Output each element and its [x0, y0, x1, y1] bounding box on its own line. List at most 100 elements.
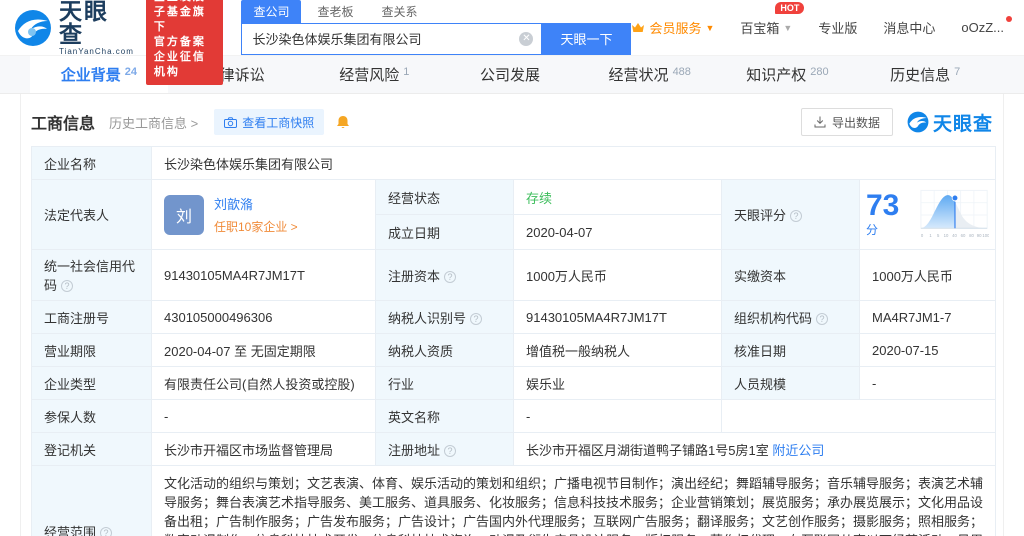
industry-value: 娱乐业: [513, 366, 722, 400]
svg-text:10: 10: [944, 232, 949, 237]
legal-rep-name-link[interactable]: 刘歆潃: [214, 194, 298, 213]
help-icon[interactable]: ?: [790, 210, 803, 222]
help-icon[interactable]: ?: [100, 526, 113, 536]
watermark-logo-icon: [907, 111, 929, 133]
company-name-label: 企业名称: [31, 146, 152, 180]
english-name-label: 英文名称: [375, 399, 514, 433]
table-row: 经营范围? 文化活动的组织与策划；文艺表演、体育、娱乐活动的策划和组织；广播电视…: [31, 465, 997, 536]
clear-search-icon[interactable]: ✕: [519, 31, 534, 46]
svg-text:0: 0: [921, 232, 924, 237]
address-value: 长沙市开福区月湖街道鸭子铺路1号5房1室: [526, 442, 769, 458]
notification-dot: [1006, 16, 1012, 22]
search-tabs: 查公司 查老板 查关系: [241, 0, 631, 23]
logo-text: 天眼查: [58, 0, 109, 47]
search-input[interactable]: [241, 22, 542, 55]
staff-size-value: -: [858, 366, 997, 400]
svg-text:40: 40: [952, 232, 957, 237]
search-area: 查公司 查老板 查关系 ✕ 天眼一下: [241, 0, 632, 55]
menu-toolbox[interactable]: HOT 百宝箱 ▼: [740, 2, 805, 37]
menu-username[interactable]: oOzZ...: [961, 16, 1012, 35]
svg-text:80: 80: [969, 232, 974, 237]
help-icon[interactable]: ?: [470, 312, 483, 325]
menu-message-center[interactable]: 消息中心: [883, 18, 935, 37]
svg-text:5: 5: [937, 232, 940, 237]
empty-cell: [720, 399, 997, 433]
search-button[interactable]: 天眼一下: [541, 22, 632, 55]
status-value: 存续: [526, 190, 553, 206]
approval-date-label: 核准日期: [721, 333, 860, 367]
insured-label: 参保人数: [31, 399, 152, 433]
business-info-card: 工商信息 历史工商信息 > 查看工商快照 导出数据 天眼查 企业名称 长沙染色体…: [20, 94, 1004, 536]
nearby-companies-link[interactable]: 附近公司: [772, 443, 824, 458]
svg-text:1: 1: [929, 232, 932, 237]
term-label: 营业期限: [31, 333, 152, 367]
taxpayer-id-value: 91430105MA4R7JM17T: [513, 300, 722, 334]
help-icon[interactable]: ?: [444, 270, 457, 283]
tab-history-info[interactable]: 历史信息 7: [856, 56, 994, 93]
camera-icon: [224, 116, 238, 128]
org-code-value: MA4R7JM1-7: [858, 300, 997, 334]
tab-intellectual-property[interactable]: 知识产权 280: [719, 56, 857, 93]
header-menu: 会员服务 ▼ HOT 百宝箱 ▼ 专业版 消息中心 oOzZ...: [631, 2, 1012, 37]
tab-company-development[interactable]: 公司发展: [443, 56, 581, 93]
approval-date-value: 2020-07-15: [858, 333, 997, 367]
search-tab-company[interactable]: 查公司: [241, 0, 302, 23]
help-icon[interactable]: ?: [816, 312, 829, 325]
table-row: 工商注册号 430105000496306 纳税人识别号? 91430105MA…: [31, 300, 997, 334]
paid-capital-label: 实缴资本: [721, 249, 860, 301]
menu-pro-version[interactable]: 专业版: [818, 18, 857, 37]
help-icon[interactable]: ?: [444, 444, 457, 457]
reg-capital-label: 注册资本?: [375, 249, 514, 301]
score-value: 73: [866, 189, 900, 222]
logo-subtext: TianYanCha.com: [58, 46, 134, 56]
tianyancha-logo[interactable]: 天眼查 TianYanCha.com: [14, 0, 134, 56]
svg-text:90: 90: [977, 232, 982, 237]
score-cell: 73分 0 1 5 10 40 60 80 90 100: [858, 179, 997, 250]
svg-text:60: 60: [961, 232, 966, 237]
menu-vip-services[interactable]: 会员服务 ▼: [631, 18, 714, 37]
paid-capital-value: 1000万人民币: [858, 249, 997, 301]
search-tab-relations[interactable]: 查关系: [370, 0, 430, 23]
taxpayer-quality-label: 纳税人资质: [375, 333, 514, 367]
hot-badge: HOT: [775, 2, 805, 14]
company-name-value: 长沙染色体娱乐集团有限公司: [150, 146, 997, 180]
scope-label: 经营范围?: [31, 465, 152, 536]
org-code-label: 组织机构代码?: [721, 300, 860, 334]
scope-value: 文化活动的组织与策划；文艺表演、体育、娱乐活动的策划和组织；广播电视节目制作；演…: [150, 465, 997, 536]
company-type-value: 有限责任公司(自然人投资或控股): [151, 366, 376, 400]
score-label-cell: 天眼评分?: [721, 179, 860, 250]
taxpayer-id-label: 纳税人识别号?: [375, 300, 514, 334]
crown-icon: [632, 23, 645, 32]
status-label: 经营状态: [375, 179, 514, 215]
tab-operation-status[interactable]: 经营状况 488: [581, 56, 719, 93]
table-row: 营业期限 2020-04-07 至 无固定期限 纳税人资质 增值税一般纳税人 核…: [31, 333, 997, 367]
gov-certification-badge: 国家中小企业发展子基金旗下 官方备案企业征信机构: [145, 0, 224, 85]
history-info-link[interactable]: 历史工商信息 >: [109, 113, 198, 132]
staff-size-label: 人员规模: [721, 366, 860, 400]
insured-value: -: [151, 399, 376, 433]
established-label: 成立日期: [375, 214, 514, 250]
address-label: 注册地址?: [375, 432, 514, 466]
top-header: 天眼查 TianYanCha.com 国家中小企业发展子基金旗下 官方备案企业征…: [0, 0, 1024, 85]
legal-rep-label: 法定代表人: [31, 179, 152, 250]
business-info-table: 企业名称 长沙染色体娱乐集团有限公司 法定代表人 刘 刘歆潃 任职10家企业 >…: [31, 146, 997, 536]
logo-swirl-icon: [14, 9, 51, 46]
table-row: 企业名称 长沙染色体娱乐集团有限公司: [31, 146, 997, 180]
export-data-button[interactable]: 导出数据: [800, 108, 893, 136]
view-snapshot-button[interactable]: 查看工商快照: [214, 109, 325, 135]
registry-value: 长沙市开福区市场监督管理局: [151, 432, 376, 466]
search-tab-boss[interactable]: 查老板: [305, 0, 365, 23]
english-name-value: -: [513, 399, 722, 433]
company-type-label: 企业类型: [31, 366, 152, 400]
help-icon[interactable]: ?: [61, 280, 74, 292]
table-row: 统一社会信用代码? 91430105MA4R7JM17T 注册资本? 1000万…: [31, 249, 997, 301]
bell-icon[interactable]: [336, 115, 350, 130]
table-row: 参保人数 - 英文名称 -: [31, 399, 997, 433]
term-value: 2020-04-07 至 无固定期限: [151, 333, 376, 367]
legal-rep-positions-link[interactable]: 任职10家企业 >: [214, 218, 298, 235]
score-marker-pin: [951, 194, 959, 201]
tianyancha-watermark: 天眼查: [907, 109, 993, 136]
taxpayer-quality-value: 增值税一般纳税人: [513, 333, 722, 367]
legal-rep-avatar[interactable]: 刘: [164, 194, 204, 235]
tab-operation-risk[interactable]: 经营风险 1: [305, 56, 443, 93]
